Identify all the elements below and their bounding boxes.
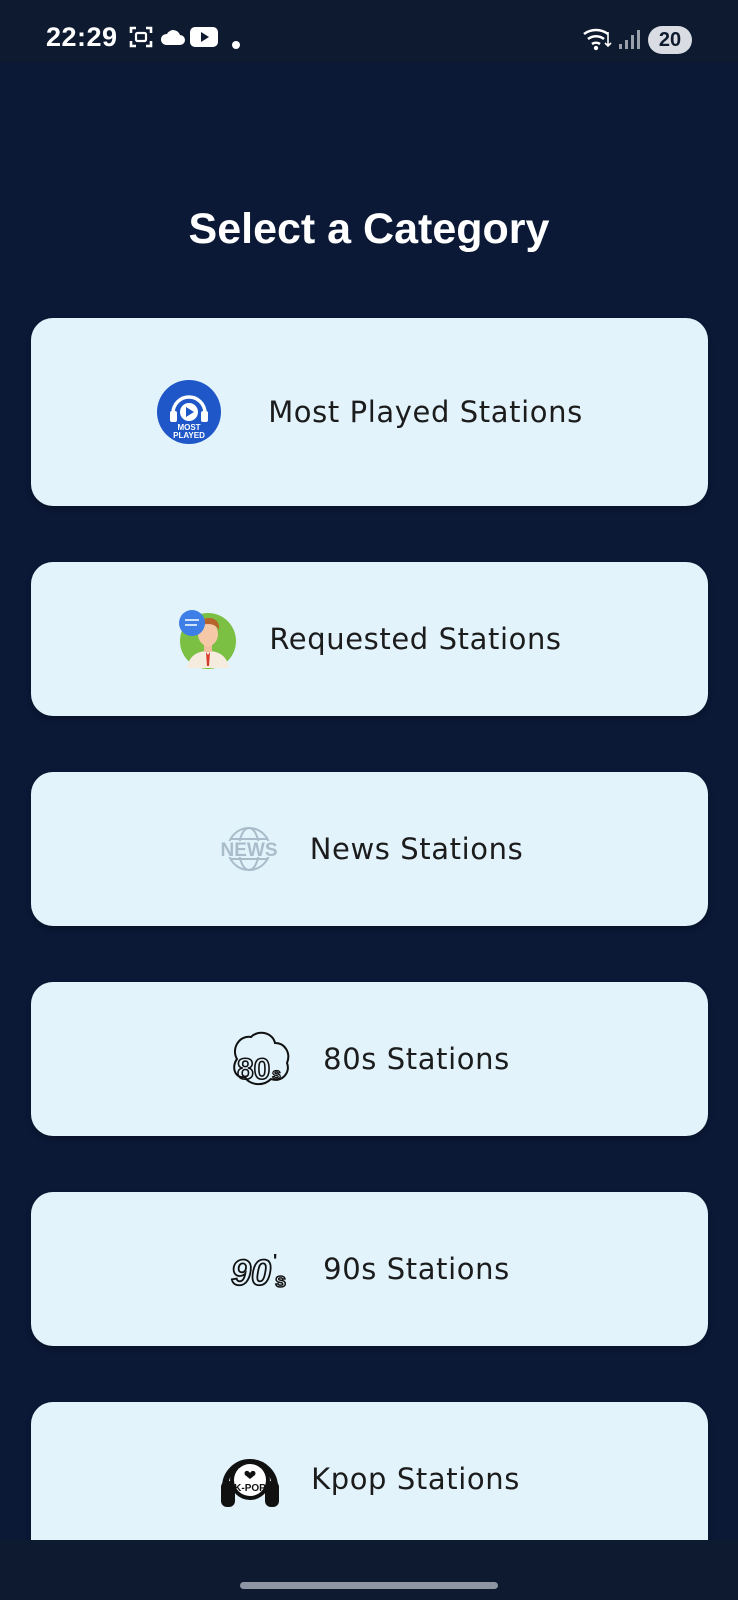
screenshot-icon	[128, 24, 154, 55]
notification-dot-icon	[232, 36, 240, 54]
category-label: Kpop Stations	[311, 1462, 520, 1496]
category-label: Requested Stations	[269, 622, 562, 656]
svg-text:K-POP: K-POP	[234, 1483, 266, 1494]
wifi-icon	[582, 26, 614, 57]
category-label: 80s Stations	[323, 1042, 510, 1076]
category-80s[interactable]: 80 s 80s Stations	[31, 982, 708, 1136]
80s-icon: 80 s	[229, 1029, 293, 1089]
kpop-headphones-icon: K-POP	[219, 1447, 281, 1511]
category-requested[interactable]: Requested Stations	[31, 562, 708, 716]
youtube-icon	[190, 27, 218, 52]
home-indicator[interactable]	[240, 1582, 498, 1589]
category-kpop[interactable]: K-POP Kpop Stations	[31, 1402, 708, 1556]
page-title: Select a Category	[188, 205, 550, 253]
bottom-navigation-bar	[0, 1540, 738, 1600]
cloud-icon	[160, 28, 186, 51]
svg-text:PLAYED: PLAYED	[173, 431, 205, 440]
category-news[interactable]: NEWS News Stations	[31, 772, 708, 926]
signal-icon	[618, 28, 640, 55]
status-bar: 22:29 20	[0, 0, 738, 62]
category-label: 90s Stations	[323, 1252, 510, 1286]
most-played-icon: MOST PLAYED	[156, 379, 222, 445]
svg-text:': '	[273, 1251, 277, 1271]
svg-text:80: 80	[237, 1053, 270, 1086]
svg-text:NEWS: NEWS	[220, 840, 277, 861]
battery-level: 20	[648, 26, 692, 54]
requested-person-icon	[177, 608, 239, 670]
svg-text:s: s	[275, 1270, 286, 1292]
category-label: News Stations	[309, 832, 524, 866]
svg-text:90: 90	[231, 1252, 271, 1293]
90s-icon: 90 ' s	[229, 1245, 293, 1293]
category-most-played[interactable]: MOST PLAYED Most Played Stations	[31, 318, 708, 506]
category-90s[interactable]: 90 ' s 90s Stations	[31, 1192, 708, 1346]
svg-text:s: s	[272, 1066, 281, 1083]
news-globe-icon: NEWS	[216, 824, 282, 874]
category-label: Most Played Stations	[268, 395, 583, 429]
status-time: 22:29	[46, 22, 118, 52]
